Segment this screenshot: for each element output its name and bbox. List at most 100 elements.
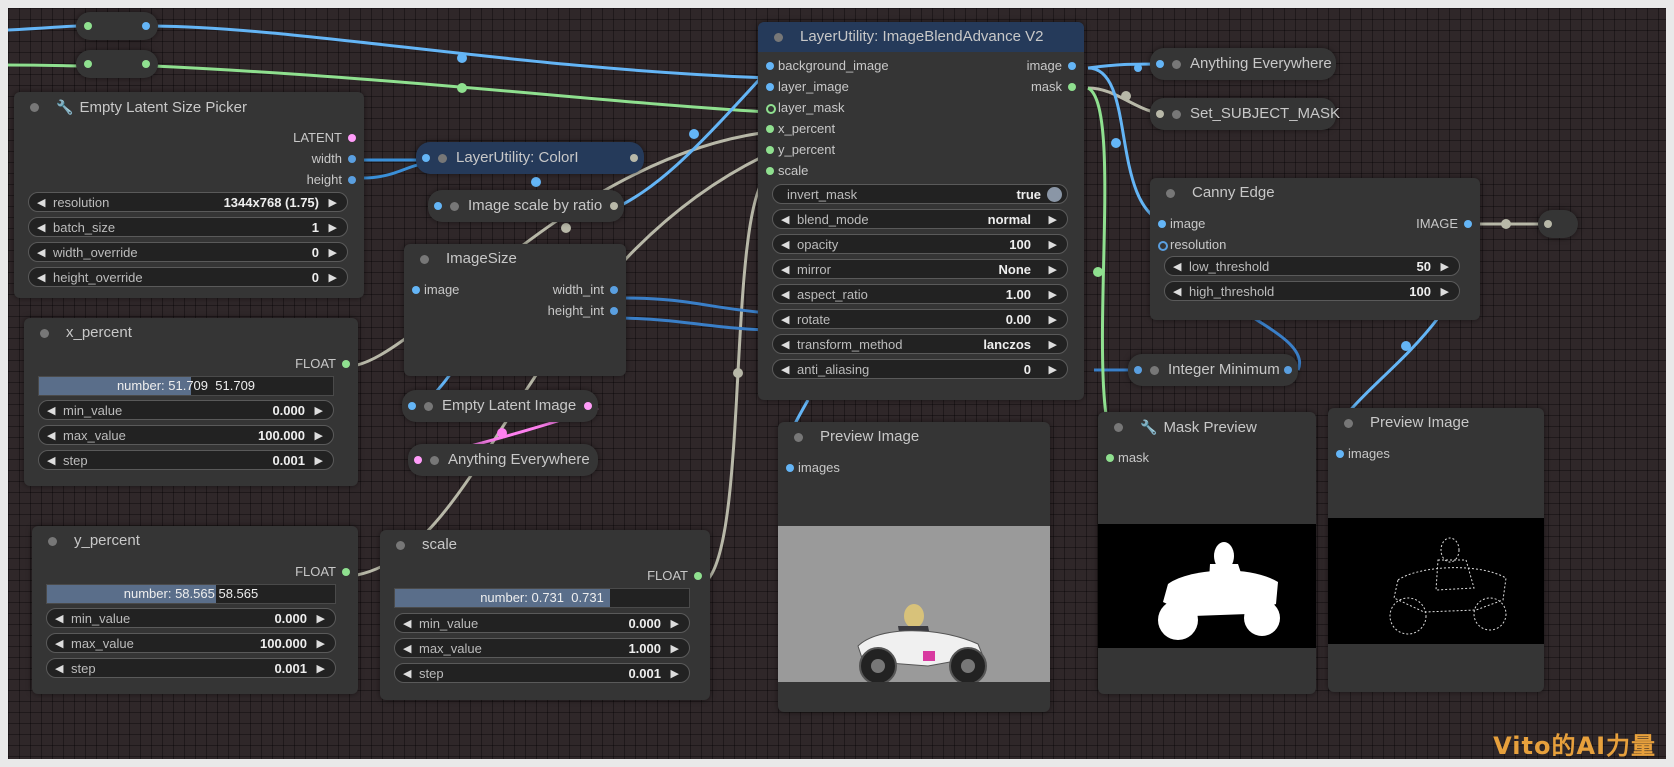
arrow-right-icon[interactable]: ▶ [1049, 260, 1057, 280]
input-dot[interactable] [786, 464, 794, 472]
arrow-right-icon[interactable]: ▶ [1049, 210, 1057, 230]
step-field[interactable]: ◀ step 0.001 ▶ [38, 450, 334, 470]
arrow-right-icon[interactable]: ▶ [317, 609, 325, 629]
input-resolution[interactable]: resolution [1158, 235, 1226, 255]
collapse-dot-icon[interactable] [430, 456, 439, 465]
arrow-right-icon[interactable]: ▶ [1441, 257, 1449, 277]
reroute-node-offscreen[interactable] [1538, 210, 1578, 238]
reroute-output-dot[interactable] [142, 60, 150, 68]
arrow-left-icon[interactable]: ◀ [403, 639, 411, 659]
mirror-combo[interactable]: ◀ mirror None ▶ [772, 259, 1068, 279]
input-layer-mask[interactable]: layer_mask [766, 98, 844, 118]
image-blend-advance-node[interactable]: LayerUtility: ImageBlendAdvance V2 backg… [758, 22, 1084, 400]
arrow-left-icon[interactable]: ◀ [781, 335, 789, 355]
input-images[interactable]: images [786, 458, 840, 478]
step-field[interactable]: ◀ step 0.001 ▶ [46, 658, 336, 678]
blend-mode-combo[interactable]: ◀ blend_mode normal ▶ [772, 209, 1068, 229]
collapse-dot-icon[interactable] [420, 255, 429, 264]
anything-everywhere-node-right[interactable]: Anything Everywhere [1150, 48, 1336, 80]
collapse-dot-icon[interactable] [1166, 189, 1175, 198]
invert-mask-toggle[interactable]: invert_mask true [772, 184, 1068, 204]
arrow-left-icon[interactable]: ◀ [37, 193, 45, 213]
arrow-right-icon[interactable]: ▶ [671, 614, 679, 634]
output-dot[interactable] [584, 402, 592, 410]
arrow-left-icon[interactable]: ◀ [1173, 257, 1181, 277]
node-title[interactable]: LayerUtility: ImageBlendAdvance V2 [758, 22, 1084, 52]
arrow-left-icon[interactable]: ◀ [403, 614, 411, 634]
output-float[interactable]: FLOAT [295, 562, 350, 582]
resolution-combo[interactable]: ◀ resolution 1344x768 (1.75) ▶ [28, 192, 348, 212]
number-slider[interactable]: number: 58.565 58.565 [46, 584, 336, 604]
arrow-left-icon[interactable]: ◀ [55, 659, 63, 679]
min-value-field[interactable]: ◀ min_value 0.000 ▶ [46, 608, 336, 628]
width-override-field[interactable]: ◀ width_override 0 ▶ [28, 242, 348, 262]
input-image[interactable]: image [412, 280, 459, 300]
collapse-dot-icon[interactable] [30, 103, 39, 112]
node-title[interactable]: scale [380, 530, 710, 560]
input-x-percent[interactable]: x_percent [766, 119, 835, 139]
arrow-left-icon[interactable]: ◀ [47, 451, 55, 471]
input-dot[interactable] [766, 167, 774, 175]
reroute-node-1[interactable] [76, 12, 158, 40]
arrow-right-icon[interactable]: ▶ [329, 243, 337, 263]
height-int-output-dot[interactable] [610, 307, 618, 315]
input-layer-image[interactable]: layer_image [766, 77, 849, 97]
arrow-right-icon[interactable]: ▶ [329, 193, 337, 213]
arrow-right-icon[interactable]: ▶ [315, 401, 323, 421]
arrow-left-icon[interactable]: ◀ [781, 260, 789, 280]
node-title[interactable]: 🔧 Mask Preview [1098, 412, 1316, 442]
input-dot[interactable] [1156, 110, 1164, 118]
collapse-dot-icon[interactable] [1114, 423, 1123, 432]
arrow-left-icon[interactable]: ◀ [37, 218, 45, 238]
node-title[interactable]: x_percent [24, 318, 358, 348]
input-dot[interactable] [766, 83, 774, 91]
set-subject-mask-node[interactable]: Set_SUBJECT_MASK [1150, 98, 1340, 130]
output-image[interactable]: image [1027, 56, 1076, 76]
input-dot[interactable] [1158, 241, 1168, 251]
collapse-dot-icon[interactable] [774, 33, 783, 42]
collapse-dot-icon[interactable] [1172, 110, 1181, 119]
input-dot[interactable] [1336, 450, 1344, 458]
scale-node[interactable]: scale FLOAT number: 0.731 0.731 ◀ min_val… [380, 530, 710, 700]
x-percent-node[interactable]: x_percent FLOAT number: 51.709 51.709 ◀ m… [24, 318, 358, 486]
arrow-left-icon[interactable]: ◀ [781, 210, 789, 230]
latent-output-dot[interactable] [348, 134, 356, 142]
arrow-left-icon[interactable]: ◀ [37, 268, 45, 288]
input-dot[interactable] [408, 402, 416, 410]
empty-latent-image-node[interactable]: Empty Latent Image [402, 390, 598, 422]
input-dot[interactable] [1106, 454, 1114, 462]
arrow-right-icon[interactable]: ▶ [1441, 282, 1449, 302]
output-image[interactable]: IMAGE [1416, 214, 1472, 234]
min-value-field[interactable]: ◀ min_value 0.000 ▶ [38, 400, 334, 420]
reroute-input-dot[interactable] [84, 60, 92, 68]
toggle-knob-icon[interactable] [1047, 187, 1062, 202]
arrow-right-icon[interactable]: ▶ [317, 659, 325, 679]
input-image[interactable]: image [1158, 214, 1205, 234]
output-dot[interactable] [1284, 366, 1292, 374]
min-value-field[interactable]: ◀ min_value 0.000 ▶ [394, 613, 690, 633]
input-dot[interactable] [766, 104, 776, 114]
arrow-right-icon[interactable]: ▶ [1049, 335, 1057, 355]
reroute-output-dot[interactable] [142, 22, 150, 30]
aspect-ratio-field[interactable]: ◀ aspect_ratio 1.00 ▶ [772, 284, 1068, 304]
opacity-field[interactable]: ◀ opacity 100 ▶ [772, 234, 1068, 254]
rotate-field[interactable]: ◀ rotate 0.00 ▶ [772, 309, 1068, 329]
node-graph-canvas[interactable]: 🔧 Empty Latent Size Picker LATENT width h… [8, 8, 1666, 759]
arrow-right-icon[interactable]: ▶ [671, 639, 679, 659]
output-height[interactable]: height [307, 170, 356, 190]
output-width[interactable]: width [312, 149, 356, 169]
input-dot[interactable] [1134, 366, 1142, 374]
batch-size-field[interactable]: ◀ batch_size 1 ▶ [28, 217, 348, 237]
output-latent[interactable]: LATENT [293, 128, 356, 148]
float-output-dot[interactable] [342, 360, 350, 368]
colorl-input-dot[interactable] [422, 154, 430, 162]
collapse-dot-icon[interactable] [1344, 419, 1353, 428]
node-title[interactable]: Preview Image [1328, 408, 1544, 438]
y-percent-node[interactable]: y_percent FLOAT number: 58.565 58.565 ◀ m… [32, 526, 358, 694]
anything-everywhere-node-left[interactable]: Anything Everywhere [408, 444, 598, 476]
output-float[interactable]: FLOAT [647, 566, 702, 586]
number-slider[interactable]: number: 0.731 0.731 [394, 588, 690, 608]
preview-image-node-2[interactable]: Preview Image images [1328, 408, 1544, 692]
arrow-left-icon[interactable]: ◀ [55, 609, 63, 629]
input-scale[interactable]: scale [766, 161, 808, 181]
